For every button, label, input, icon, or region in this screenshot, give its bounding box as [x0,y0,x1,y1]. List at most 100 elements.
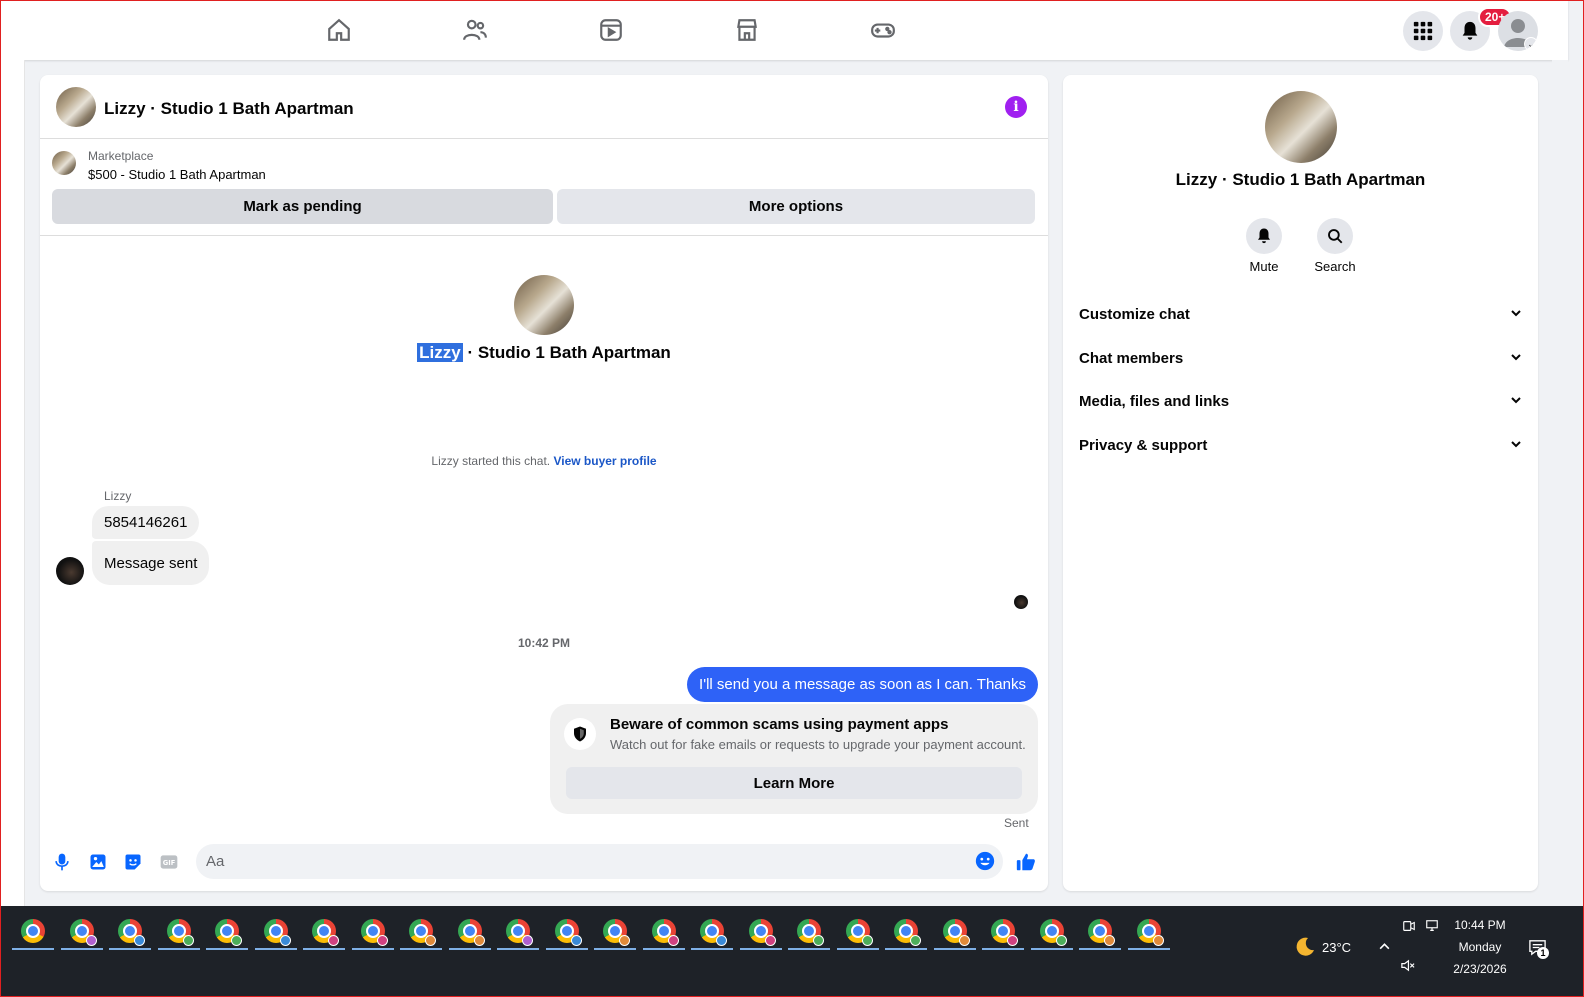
chrome-taskbar-button[interactable] [497,914,539,950]
outgoing-message[interactable]: I'll send you a message as soon as I can… [687,667,1038,702]
conversation-name-rest: · Studio 1 Bath Apartman [462,343,671,362]
chrome-taskbar-button[interactable] [400,914,442,950]
profile-icon [764,935,776,946]
chrome-taskbar-button[interactable] [303,914,345,950]
clock-time[interactable]: 10:44 PM [1448,918,1512,932]
chrome-taskbar-button[interactable] [642,914,685,950]
chrome-icon [894,919,921,946]
message-input[interactable] [206,844,966,879]
thumbs-up-icon[interactable] [1013,851,1039,873]
clock-day[interactable]: Monday [1448,940,1512,954]
emoji-icon[interactable] [974,850,996,872]
chrome-taskbar-button[interactable] [206,914,248,950]
chrome-icon [409,919,436,946]
profile-name[interactable]: Lizzy · Studio 1 Bath Apartman [1063,170,1538,190]
chat-started-notice: Lizzy started this chat. View buyer prof… [40,454,1048,468]
view-buyer-profile-link[interactable]: View buyer profile [553,454,656,468]
info-icon[interactable]: i [1005,96,1027,118]
notification-count: 1 [1537,947,1549,959]
section-label: Customize chat [1079,305,1190,323]
network-icon[interactable] [1424,919,1440,938]
conversation-avatar[interactable] [514,275,574,335]
video-icon[interactable] [597,16,625,44]
sticker-icon[interactable] [122,851,144,873]
friends-icon[interactable] [461,16,489,44]
chrome-taskbar-button[interactable] [60,914,103,950]
chrome-taskbar-button[interactable] [12,914,54,950]
chrome-taskbar-button[interactable] [982,914,1024,950]
profile-photo[interactable] [1265,91,1337,163]
chrome-taskbar-button[interactable] [885,914,927,950]
clock-date[interactable]: 2/23/2026 [1448,962,1512,976]
more-options-button[interactable]: More options [557,189,1035,224]
chevron-down-icon: ⌄ [1524,37,1538,51]
chrome-icon [651,919,679,946]
listing-title[interactable]: $500 - Studio 1 Bath Apartman [88,167,266,182]
section-label: Privacy & support [1079,436,1208,454]
chrome-icon [263,919,291,946]
mark-pending-button[interactable]: Mark as pending [52,189,553,224]
notification-center-icon[interactable]: 1 [1528,938,1549,962]
chrome-taskbar-button[interactable] [448,914,491,950]
top-navigation: 20+ ⌄ [0,0,1568,60]
home-icon[interactable] [325,16,353,44]
search-button[interactable] [1315,218,1355,258]
page-scrollbar[interactable] [1552,60,1568,906]
chrome-taskbar-button[interactable] [545,914,588,950]
profile-icon [231,935,242,946]
scam-warning-description: Watch out for fake emails or requests to… [610,737,1026,752]
chrome-taskbar-button[interactable] [788,914,830,950]
weather-temperature[interactable]: 23°C [1322,940,1351,955]
media-files-links-section[interactable]: Media, files and links [1079,386,1522,416]
menu-grid-button[interactable] [1403,11,1443,51]
chrome-taskbar-button[interactable] [594,914,636,950]
profile-icon [1104,935,1115,946]
incoming-message[interactable]: Message sent [92,541,210,585]
profile-icon [328,935,339,946]
chrome-taskbar-button[interactable] [1030,914,1073,950]
meet-icon[interactable] [1402,919,1416,938]
sender-avatar[interactable] [56,557,84,585]
photo-icon[interactable] [87,851,109,873]
chrome-taskbar-button[interactable] [739,914,782,950]
listing-thumbnail[interactable] [52,151,76,175]
chevron-up-icon[interactable] [1378,940,1391,956]
microphone-icon[interactable] [51,851,73,873]
volume-muted-icon[interactable] [1400,958,1415,978]
chrome-taskbar-button[interactable] [1079,914,1121,950]
read-receipt-avatar [1014,595,1028,609]
profile-icon [910,935,921,946]
profile-icon [958,935,970,946]
gaming-icon[interactable] [869,16,897,44]
chat-title[interactable]: Lizzy · Studio 1 Bath Apartman [104,99,354,119]
learn-more-button[interactable]: Learn More [566,767,1022,799]
chrome-icon [69,919,97,946]
chrome-taskbar-button[interactable] [351,914,394,950]
moon-weather-icon[interactable] [1293,935,1317,964]
chat-avatar[interactable] [56,87,96,127]
chevron-down-icon [1510,350,1522,367]
chrome-icon [991,919,1018,946]
sender-name: Lizzy [104,489,132,503]
chrome-taskbar-button[interactable] [691,914,733,950]
profile-icon [279,935,291,946]
chevron-down-icon [1510,306,1522,323]
scam-warning-title: Beware of common scams using payment app… [610,716,949,733]
marketplace-icon[interactable] [733,16,761,44]
chrome-taskbar-button[interactable] [157,914,200,950]
account-avatar[interactable]: ⌄ [1498,11,1538,51]
gif-icon[interactable]: GIF [158,851,180,873]
chat-members-section[interactable]: Chat members [1079,343,1522,373]
started-text: Lizzy started this chat. [431,454,554,468]
incoming-message[interactable]: 5854146261 [92,506,200,539]
marketplace-label: Marketplace [88,149,154,163]
mute-button[interactable] [1244,218,1284,258]
bell-icon [1258,228,1270,244]
chrome-taskbar-button[interactable] [933,914,976,950]
chrome-taskbar-button[interactable] [109,914,151,950]
chrome-taskbar-button[interactable] [254,914,297,950]
customize-chat-section[interactable]: Customize chat [1079,299,1522,329]
chrome-taskbar-button[interactable] [836,914,879,950]
privacy-support-section[interactable]: Privacy & support [1079,430,1522,460]
chrome-taskbar-button[interactable] [1127,914,1170,950]
